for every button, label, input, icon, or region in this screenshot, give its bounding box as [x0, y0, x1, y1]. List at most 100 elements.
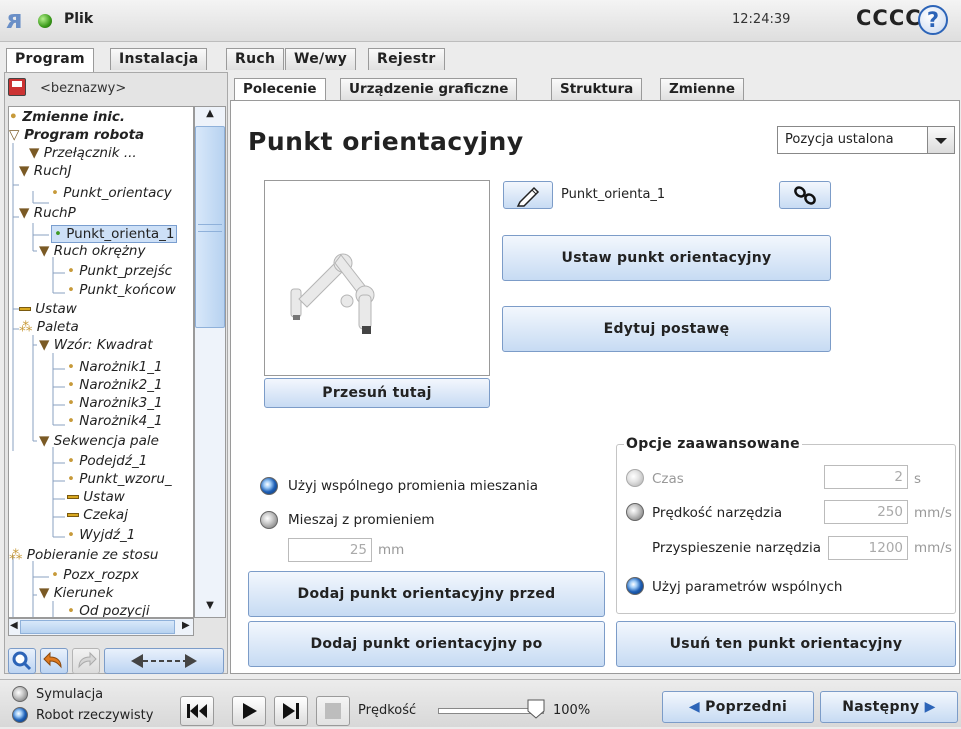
tree-item[interactable]: • Narożnik1_1: [67, 359, 163, 375]
tree-item[interactable]: Ustaw: [67, 489, 125, 505]
scroll-down-icon[interactable]: ▼: [196, 600, 224, 616]
tree-item[interactable]: • Punkt_przejśc: [67, 263, 172, 279]
tab-graphics[interactable]: Urządzenie graficzne: [340, 78, 518, 100]
tree-item[interactable]: • Punkt_końcow: [67, 282, 176, 298]
tree-item[interactable]: ▼ Sekwencja pale: [39, 433, 159, 449]
tree-item[interactable]: ▼ Kierunek: [39, 585, 113, 601]
page-title: Punkt orientacyjny: [248, 127, 524, 156]
position-mode-value: Pozycja ustalona: [785, 132, 894, 147]
chevron-down-icon: [935, 138, 947, 144]
tree-item[interactable]: • Narożnik2_1: [67, 377, 163, 393]
next-button[interactable]: Następny ▶: [820, 691, 958, 723]
time-unit: s: [914, 471, 922, 487]
scroll-up-icon[interactable]: ▲: [196, 108, 224, 124]
clock: 12:24:39: [732, 12, 791, 27]
tab-structure[interactable]: Struktura: [551, 78, 643, 100]
tree-item[interactable]: • Wyjdź_1: [67, 527, 135, 543]
tree-item-selected[interactable]: • Punkt_orienta_1: [51, 225, 178, 243]
tool-accel-label: Przyspieszenie narzędzia: [652, 540, 821, 556]
advanced-options-title: Opcje zaawansowane: [624, 436, 802, 452]
blend-radius-radio[interactable]: [260, 511, 278, 529]
arrow-left-icon: ◀: [688, 699, 700, 715]
step-forward-icon: [283, 703, 299, 719]
delete-waypoint-button[interactable]: Usuń ten punkt orientacyjny: [616, 621, 956, 667]
scroll-left-icon[interactable]: ◀: [10, 620, 18, 631]
tree-item[interactable]: • Podejdź_1: [67, 453, 147, 469]
blend-shared-label: Użyj wspólnego promienia mieszania: [288, 478, 538, 494]
speed-slider-handle[interactable]: [527, 699, 545, 719]
real-robot-label: Robot rzeczywisty: [36, 708, 154, 723]
tree-item[interactable]: • Pozx_rozpx: [51, 567, 139, 583]
tree-item[interactable]: ⁂ Paleta: [19, 319, 79, 335]
move-node-button[interactable]: [104, 648, 224, 674]
tree-item[interactable]: ▽ Program robota: [9, 127, 144, 143]
tab-variables[interactable]: Zmienne: [660, 78, 745, 100]
tree-item[interactable]: • Od pozycji: [67, 603, 150, 617]
tree-item[interactable]: • Punkt_orientacy: [51, 185, 172, 201]
tree-item[interactable]: ⁂ Pobieranie ze stosu: [9, 547, 158, 563]
dropdown-button[interactable]: [927, 127, 954, 153]
tree-hscroll-thumb[interactable]: [20, 620, 175, 634]
blend-unit: mm: [378, 542, 405, 558]
tree-item[interactable]: • Narożnik4_1: [67, 413, 163, 429]
tree-item[interactable]: ▼ Wzór: Kwadrat: [39, 337, 153, 353]
rewind-button[interactable]: [180, 696, 214, 726]
tree-item[interactable]: Czekaj: [67, 507, 128, 523]
step-button[interactable]: [274, 696, 308, 726]
link-button[interactable]: [779, 181, 831, 209]
scroll-right-icon[interactable]: ▶: [182, 620, 190, 631]
undo-button[interactable]: [40, 648, 68, 674]
shared-params-label: Użyj parametrów wspólnych: [652, 579, 843, 595]
file-menu[interactable]: Plik: [64, 11, 93, 27]
tool-accel-input[interactable]: 1200: [828, 536, 908, 560]
speed-value: 100%: [553, 703, 591, 718]
add-waypoint-after-button[interactable]: Dodaj punkt orientacyjny po: [248, 621, 605, 667]
speed-label: Prędkość: [358, 703, 417, 718]
redo-button[interactable]: [72, 648, 100, 674]
search-button[interactable]: [8, 648, 36, 674]
edit-pose-button[interactable]: Edytuj postawę: [502, 306, 831, 352]
rename-button[interactable]: [503, 181, 553, 209]
add-waypoint-before-button[interactable]: Dodaj punkt orientacyjny przed: [248, 571, 605, 617]
move-here-button[interactable]: Przesuń tutaj: [264, 378, 490, 408]
tab-installation[interactable]: Instalacja: [110, 48, 208, 70]
tab-log[interactable]: Rejestr: [368, 48, 445, 70]
tree-item[interactable]: Ustaw: [19, 301, 77, 317]
blend-shared-radio[interactable]: [260, 477, 278, 495]
tab-command[interactable]: Polecenie: [234, 78, 326, 101]
tree-item[interactable]: ▼ RuchJ: [19, 163, 72, 179]
move-arrows-icon: [131, 654, 197, 668]
stop-button[interactable]: [316, 696, 350, 726]
help-icon[interactable]: ?: [918, 5, 948, 35]
tree-item[interactable]: • Punkt_wzoru_: [67, 471, 172, 487]
robot-pose-preview: [264, 180, 490, 376]
save-icon[interactable]: [8, 78, 26, 96]
simulation-radio[interactable]: [12, 686, 28, 702]
arrow-right-icon: ▶: [924, 699, 936, 715]
time-input[interactable]: 2: [824, 465, 908, 489]
tab-move[interactable]: Ruch: [226, 48, 285, 70]
tree-item[interactable]: ▼ Przełącznik ...: [29, 145, 137, 161]
waypoint-name: Punkt_orienta_1: [561, 187, 666, 202]
program-tree[interactable]: • Zmienne inic. ▽ Program robota ▼ Przeł…: [8, 106, 194, 618]
search-icon: [12, 651, 32, 671]
shared-params-radio[interactable]: [626, 577, 644, 595]
time-radio[interactable]: [626, 469, 644, 487]
tab-io[interactable]: We/wy: [285, 48, 357, 70]
tree-item[interactable]: ▼ RuchP: [19, 205, 76, 221]
tool-speed-input[interactable]: 250: [824, 500, 908, 524]
tool-speed-radio[interactable]: [626, 503, 644, 521]
real-robot-radio[interactable]: [12, 707, 28, 723]
tool-accel-unit: mm/s: [914, 540, 952, 556]
set-waypoint-button[interactable]: Ustaw punkt orientacyjny: [502, 235, 831, 281]
pencil-icon: [516, 186, 540, 207]
tree-item[interactable]: • Zmienne inic.: [9, 109, 125, 125]
previous-label: Poprzedni: [705, 699, 788, 715]
tree-item[interactable]: ▼ Ruch okrężny: [39, 243, 145, 259]
tab-program[interactable]: Program: [6, 48, 94, 72]
previous-button[interactable]: ◀ Poprzedni: [662, 691, 814, 723]
tree-item[interactable]: • Narożnik3_1: [67, 395, 163, 411]
blend-radius-input[interactable]: 25: [288, 538, 372, 562]
robot-status-icon[interactable]: [38, 14, 52, 28]
play-button[interactable]: [232, 696, 266, 726]
